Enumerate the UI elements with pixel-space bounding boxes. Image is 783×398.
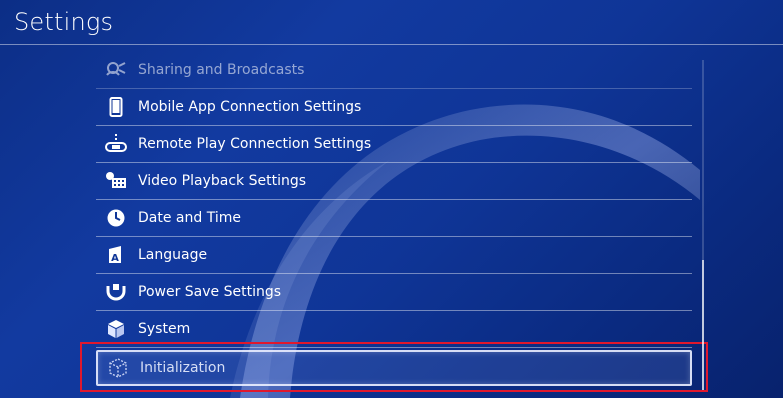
menu-item-language[interactable]: A Language [96, 237, 692, 274]
menu-item-mobile-app-connection-settings[interactable]: Mobile App Connection Settings [96, 89, 692, 126]
menu-item-date-and-time[interactable]: Date and Time [96, 200, 692, 237]
menu-item-label: Sharing and Broadcasts [138, 62, 305, 78]
menu-item-label: Video Playback Settings [138, 173, 307, 189]
system-cube-icon [102, 317, 130, 341]
clock-icon [102, 206, 130, 230]
share-broadcast-icon [102, 58, 130, 82]
scrollbar-thumb[interactable] [702, 260, 704, 390]
menu-item-power-save-settings[interactable]: Power Save Settings [96, 274, 692, 311]
scrollbar-track[interactable] [702, 60, 704, 390]
menu-item-remote-play-connection-settings[interactable]: Remote Play Connection Settings [96, 126, 692, 163]
menu-item-video-playback-settings[interactable]: Video Playback Settings [96, 163, 692, 200]
remote-play-icon [102, 132, 130, 156]
menu-item-label: Power Save Settings [138, 284, 282, 300]
menu-item-label: System [138, 321, 191, 337]
menu-item-label: Mobile App Connection Settings [138, 99, 362, 115]
menu-item-label: Initialization [140, 360, 226, 376]
language-icon: A [102, 243, 130, 267]
menu-item-label: Date and Time [138, 210, 241, 226]
smartphone-icon [102, 95, 130, 119]
page-title: Settings [14, 8, 114, 36]
power-save-icon [102, 280, 130, 304]
initialization-cube-icon [104, 356, 132, 380]
video-playback-icon [102, 169, 130, 193]
settings-menu: Sharing and Broadcasts Mobile App Connec… [96, 52, 692, 386]
menu-item-initialization[interactable]: Initialization [96, 350, 692, 386]
title-divider [0, 44, 783, 45]
menu-item-label: Remote Play Connection Settings [138, 136, 372, 152]
menu-item-sharing-and-broadcasts[interactable]: Sharing and Broadcasts [96, 52, 692, 89]
menu-item-label: Language [138, 247, 208, 263]
svg-text:A: A [111, 253, 119, 264]
menu-item-system[interactable]: System [96, 311, 692, 348]
